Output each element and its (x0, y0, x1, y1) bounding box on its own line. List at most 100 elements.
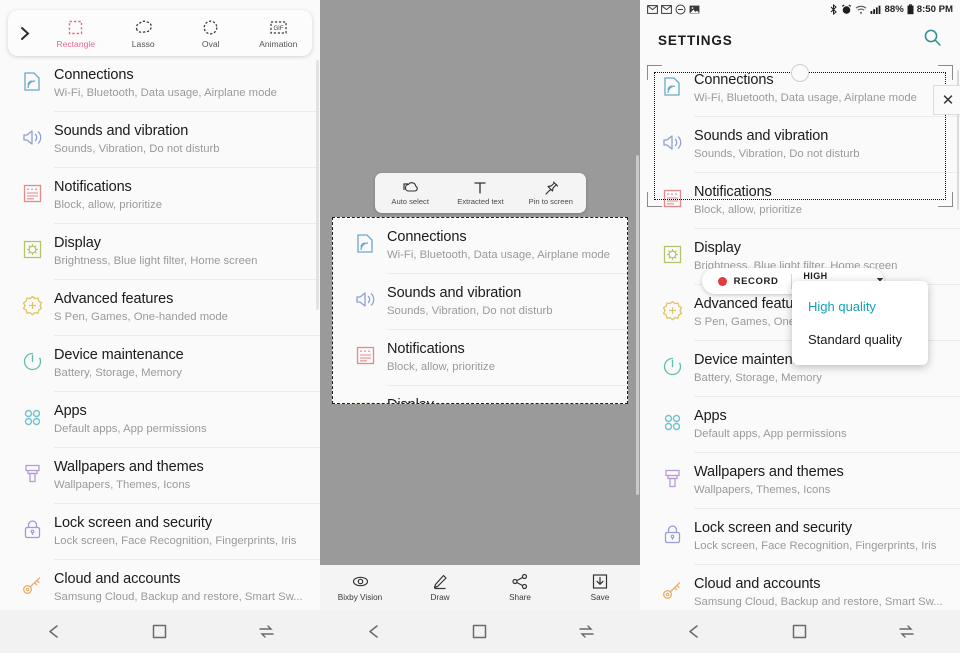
navbar-panel1 (0, 610, 320, 653)
advanced-features-icon (22, 295, 42, 316)
settings-row[interactable]: Device maintenance Battery, Storage, Memo… (0, 336, 320, 391)
back-icon[interactable] (36, 619, 70, 645)
recents-icon[interactable] (250, 619, 284, 645)
settings-row[interactable]: Apps Default apps, App permissions (0, 392, 320, 447)
selection-corner-bottom-left[interactable] (647, 192, 662, 207)
device-maintenance-icon (23, 352, 41, 371)
settings-row[interactable]: DisplayBrightness, Blue light filter, Ho… (333, 386, 627, 403)
smart-select-toolbar[interactable]: Rectangle Lasso Oval GIF Animation (8, 10, 312, 56)
auto-select-label: Auto select (391, 197, 429, 206)
display-icon (23, 240, 41, 259)
selection-corner-top-left[interactable] (647, 65, 662, 80)
back-icon[interactable] (356, 619, 390, 645)
draw-button[interactable]: Draw (400, 573, 480, 602)
screenshot-action-bar[interactable]: Bixby Vision Draw Share Save (320, 565, 640, 610)
settings-row-text: Sounds and vibration Sounds, Vibration, D… (387, 284, 613, 319)
connections-icon (343, 228, 387, 255)
sound-icon (343, 284, 387, 311)
notifications-icon (356, 346, 374, 365)
settings-row[interactable]: Connections Wi-Fi, Bluetooth, Data usage,… (0, 56, 320, 111)
bixby-vision-button[interactable]: Bixby Vision (320, 573, 400, 602)
save-button[interactable]: Save (560, 573, 640, 602)
settings-row[interactable]: Connections Wi-Fi, Bluetooth, Data usage,… (333, 218, 627, 273)
share-button[interactable]: Share (480, 573, 560, 602)
settings-row-text: Notifications Block, allow, prioritize (54, 178, 306, 213)
smart-select-animation[interactable]: GIF Animation (245, 18, 313, 49)
settings-row[interactable]: Lock screen and security Lock screen, Fac… (0, 504, 320, 559)
record-button-label[interactable]: RECORD (734, 276, 779, 287)
recents-icon[interactable] (890, 619, 924, 645)
search-icon[interactable] (923, 28, 942, 52)
settings-row-text: Apps Default apps, App permissions (694, 407, 946, 442)
settings-row[interactable]: Advanced features S Pen, Games, One-hande… (0, 280, 320, 335)
settings-row-text: Advanced features S Pen, Games, One-hande… (54, 290, 306, 325)
settings-row[interactable]: Notifications Block, allow, prioritize (333, 330, 627, 385)
settings-row-subtitle: Wallpapers, Themes, Icons (694, 484, 831, 496)
smart-select-oval[interactable]: Oval (177, 18, 245, 49)
settings-row[interactable]: Lock screen and security Lock screen, Fac… (640, 509, 960, 564)
back-icon[interactable] (676, 619, 710, 645)
save-icon (592, 574, 608, 589)
three-panel-screenshot: SETTINGS Connections Wi-Fi, Bluetooth, Da… (0, 0, 960, 653)
lock-icon (664, 525, 680, 544)
recording-selection-box[interactable]: ✕ (647, 64, 960, 207)
lock-icon (650, 519, 694, 546)
smart-select-rectangle[interactable]: Rectangle (42, 18, 110, 49)
settings-row-subtitle: S Pen, Games, One-handed mode (54, 311, 228, 323)
advanced-features-icon (650, 295, 694, 322)
settings-row[interactable]: Cloud and accounts Samsung Cloud, Backup … (0, 560, 320, 615)
record-dot-icon (718, 276, 727, 286)
panel-screen-recorder: 88% 8:50 PM SETTINGS Connections Wi-Fi, B… (640, 0, 960, 653)
scrollbar-panel1[interactable] (316, 60, 319, 310)
settings-row[interactable]: Sounds and vibration Sounds, Vibration, D… (0, 112, 320, 167)
quality-option-standard[interactable]: Standard quality (792, 323, 928, 356)
smart-select-lasso[interactable]: Lasso (110, 18, 178, 49)
panel-selection-preview: Auto select Extracted text Pin to screen… (320, 0, 640, 653)
settings-row-text: Wallpapers and themes Wallpapers, Themes,… (54, 458, 306, 493)
home-icon[interactable] (463, 619, 497, 645)
close-icon[interactable]: ✕ (933, 85, 960, 115)
chevron-right-icon[interactable] (8, 26, 42, 41)
settings-row-text: Notifications Block, allow, prioritize (387, 340, 613, 375)
apps-icon (650, 407, 694, 434)
scrollbar-panel2[interactable] (636, 155, 639, 495)
bluetooth-icon (830, 4, 837, 15)
settings-row[interactable]: Wallpapers and themes Wallpapers, Themes,… (640, 453, 960, 508)
connections-icon (356, 234, 373, 253)
settings-row-title: Lock screen and security (54, 515, 212, 531)
recents-icon[interactable] (570, 619, 604, 645)
settings-row[interactable]: Apps Default apps, App permissions (640, 397, 960, 452)
settings-row-title: Notifications (54, 179, 132, 195)
selection-crop-box[interactable]: Connections Wi-Fi, Bluetooth, Data usage,… (332, 217, 628, 404)
battery-percent: 88% (884, 4, 904, 15)
home-icon[interactable] (783, 619, 817, 645)
svg-text:GIF: GIF (273, 26, 283, 32)
settings-row[interactable]: Sounds and vibration Sounds, Vibration, D… (333, 274, 627, 329)
selection-corner-top-right[interactable] (938, 65, 953, 80)
selection-corner-bottom-right[interactable] (938, 192, 953, 207)
settings-row-title: Connections (54, 67, 134, 83)
extracted-text-button[interactable]: Extracted text (445, 180, 515, 206)
settings-row-title: Display (387, 397, 613, 403)
quality-dropdown-menu[interactable]: High quality Standard quality (792, 281, 928, 365)
auto-select-button[interactable]: Auto select (375, 180, 445, 206)
settings-row-title: Sounds and vibration (54, 123, 189, 139)
do-not-disturb-icon (675, 4, 686, 15)
panel-smart-select-toolbar: SETTINGS ConnectionsWi-Fi, Bluetooth, Da… (0, 0, 320, 653)
display-icon (10, 234, 54, 261)
settings-row-text: Device maintenance Battery, Storage, Memo… (54, 346, 306, 381)
pin-to-screen-button[interactable]: Pin to screen (516, 180, 586, 206)
settings-row-title: Display (694, 240, 741, 256)
settings-row-subtitle: Block, allow, prioritize (387, 361, 495, 373)
resize-handle-icon[interactable] (791, 64, 809, 82)
display-icon (356, 402, 374, 403)
home-icon[interactable] (143, 619, 177, 645)
settings-row[interactable]: Notifications Block, allow, prioritize (0, 168, 320, 223)
settings-row[interactable]: Wallpapers and themes Wallpapers, Themes,… (0, 448, 320, 503)
page-title: SETTINGS (658, 32, 733, 48)
key-icon (662, 582, 680, 599)
draw-icon (433, 574, 447, 590)
quality-option-high[interactable]: High quality (792, 290, 928, 323)
settings-row[interactable]: DisplayBrightness, Blue light filter, Ho… (0, 224, 320, 279)
selection-float-toolbar[interactable]: Auto select Extracted text Pin to screen (375, 173, 586, 213)
